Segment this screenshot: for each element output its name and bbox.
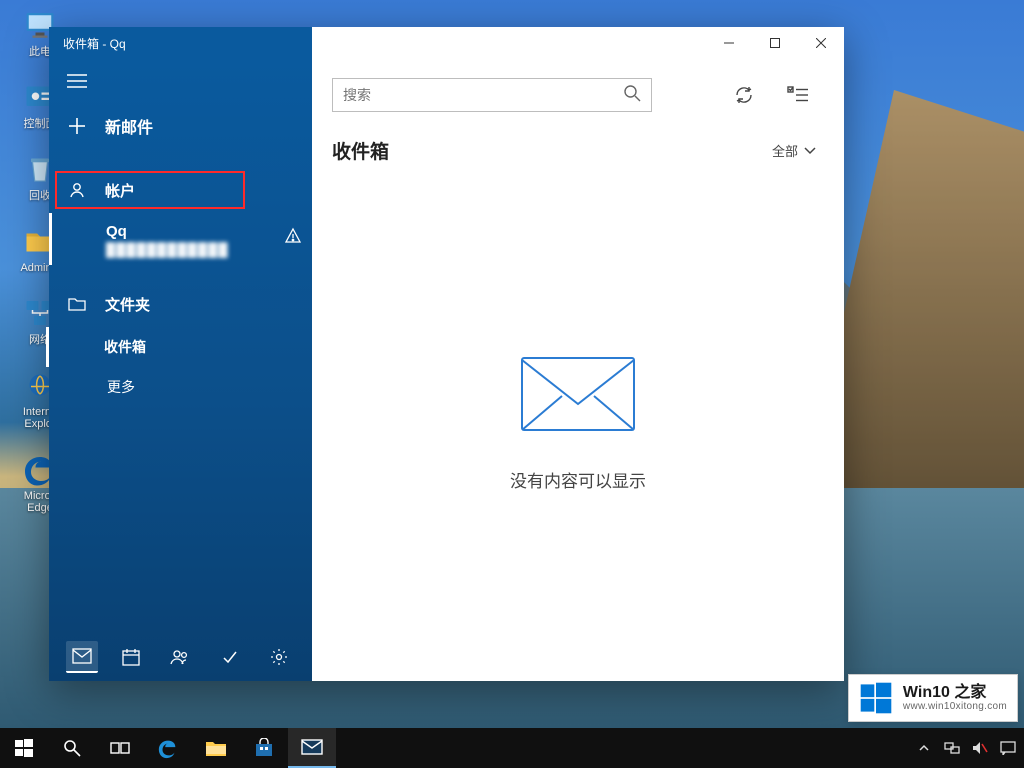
tray-volume-icon[interactable]	[970, 738, 990, 758]
watermark: Win10 之家 www.win10xitong.com	[848, 674, 1018, 722]
task-view-button[interactable]	[96, 728, 144, 768]
desktop: 此电 控制面 回收 Adminis 网络 Interne Explor Micr…	[0, 0, 1024, 768]
search-box[interactable]	[332, 78, 652, 112]
tray-chevron-icon[interactable]	[914, 738, 934, 758]
more-folders[interactable]: 更多	[49, 367, 312, 407]
accounts-section[interactable]: 帐户	[49, 167, 312, 213]
heading-row: 收件箱 全部	[312, 131, 844, 164]
start-button[interactable]	[0, 728, 48, 768]
toolbar	[312, 59, 844, 131]
envelope-icon	[518, 354, 638, 439]
new-mail-label: 新邮件	[105, 114, 153, 138]
close-button[interactable]	[798, 27, 844, 59]
filter-dropdown[interactable]: 全部	[772, 141, 816, 160]
selection-mode-icon[interactable]	[780, 77, 816, 113]
empty-state: 没有内容可以显示	[312, 164, 844, 681]
window-title: 收件箱 - Qq	[49, 27, 312, 59]
account-address: ████████████	[106, 242, 312, 257]
calendar-icon[interactable]	[115, 641, 147, 673]
taskbar[interactable]	[0, 728, 1024, 768]
sync-icon[interactable]	[726, 77, 762, 113]
folders-label: 文件夹	[105, 294, 150, 315]
tray-network-icon[interactable]	[942, 738, 962, 758]
search-input[interactable]	[343, 87, 623, 103]
explorer-taskbar-icon[interactable]	[192, 728, 240, 768]
watermark-title: Win10 之家	[903, 684, 1007, 702]
titlebar[interactable]: 收件箱 - Qq	[49, 27, 844, 59]
people-icon[interactable]	[164, 641, 196, 673]
sidebar-bottombar	[49, 633, 312, 681]
minimize-button[interactable]	[706, 27, 752, 59]
plus-icon	[67, 116, 87, 136]
mail-taskbar-icon[interactable]	[288, 728, 336, 768]
recycle-bin-label: 回收	[29, 190, 51, 202]
filter-label: 全部	[772, 141, 798, 160]
tray-notifications-icon[interactable]	[998, 738, 1018, 758]
accounts-label: 帐户	[105, 180, 135, 201]
chevron-down-icon	[804, 143, 816, 158]
empty-message: 没有内容可以显示	[510, 467, 646, 492]
account-entry[interactable]: Qq ████████████	[49, 213, 312, 265]
sidebar: 新邮件 帐户 Qq ████████████ 文件夹	[49, 59, 312, 681]
mail-window: 收件箱 - Qq 新邮件 帐户	[49, 27, 844, 681]
folders-section[interactable]: 文件夹	[49, 281, 312, 327]
store-taskbar-icon[interactable]	[240, 728, 288, 768]
hamburger-button[interactable]	[49, 59, 312, 103]
new-mail-button[interactable]: 新邮件	[49, 103, 312, 149]
folder-icon	[67, 294, 87, 314]
this-pc-label: 此电	[29, 46, 51, 58]
content-pane: 收件箱 全部 没有内容可以显示	[312, 59, 844, 681]
settings-icon[interactable]	[263, 641, 295, 673]
inbox-folder[interactable]: 收件箱	[46, 327, 312, 367]
inbox-heading: 收件箱	[332, 137, 389, 164]
search-icon[interactable]	[623, 84, 641, 107]
windows-logo-icon	[859, 681, 893, 715]
warning-icon	[284, 227, 302, 250]
person-icon	[67, 180, 87, 200]
search-button[interactable]	[48, 728, 96, 768]
account-name: Qq	[106, 223, 312, 240]
system-tray[interactable]	[914, 738, 1024, 758]
mail-icon[interactable]	[66, 641, 98, 673]
watermark-url: www.win10xitong.com	[903, 701, 1007, 712]
edge-taskbar-icon[interactable]	[144, 728, 192, 768]
maximize-button[interactable]	[752, 27, 798, 59]
todo-icon[interactable]	[214, 641, 246, 673]
